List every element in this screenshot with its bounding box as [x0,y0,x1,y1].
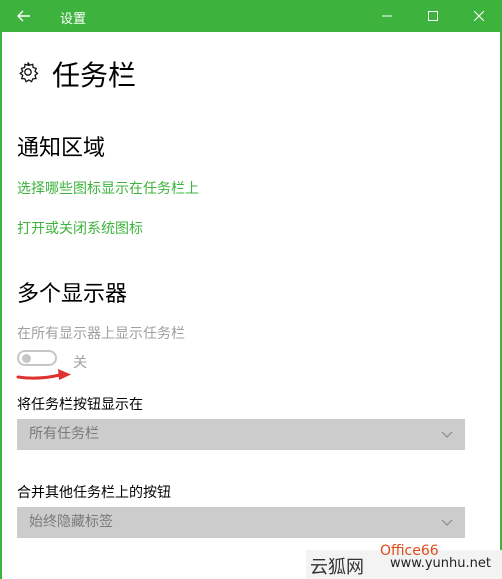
maximize-button[interactable] [410,0,456,32]
select-taskbar-icons-link[interactable]: 选择哪些图标显示在任务栏上 [17,178,199,198]
chevron-down-icon [441,519,453,526]
close-button[interactable] [456,0,502,32]
page-title: 任务栏 [52,59,137,92]
gear-icon [19,62,39,83]
red-arrow-annotation [16,369,71,380]
system-icons-link[interactable]: 打开或关闭系统图标 [17,218,143,238]
watermark-url: www.yunhu.net [390,556,491,571]
back-button[interactable] [0,0,48,32]
minimize-icon [382,15,392,17]
window-title: 设置 [60,12,87,27]
multiple-displays-heading: 多个显示器 [17,282,128,307]
toggle-knob [22,354,31,363]
toggle-state-text: 关 [73,355,87,371]
maximize-icon [428,11,438,21]
dropdown-value: 始终隐藏标签 [29,514,113,530]
back-arrow-icon [17,10,30,22]
notification-area-heading: 通知区域 [17,136,106,161]
taskbar-buttons-location-label: 将任务栏按钮显示在 [17,397,143,413]
dropdown-value: 所有任务栏 [29,426,99,442]
show-taskbar-all-displays-toggle[interactable] [17,350,57,366]
combine-buttons-dropdown[interactable]: 始终隐藏标签 [17,507,465,538]
window-frame-left [0,32,2,579]
title-bar: 设置 [0,0,502,32]
watermark-site-name: 云狐网 [310,557,364,578]
show-taskbar-all-displays-label: 在所有显示器上显示任务栏 [17,326,185,342]
close-icon [474,11,484,21]
combine-buttons-label: 合并其他任务栏上的按钮 [17,485,171,501]
chevron-down-icon [441,431,453,438]
minimize-button[interactable] [364,0,410,32]
taskbar-buttons-location-dropdown[interactable]: 所有任务栏 [17,419,465,450]
